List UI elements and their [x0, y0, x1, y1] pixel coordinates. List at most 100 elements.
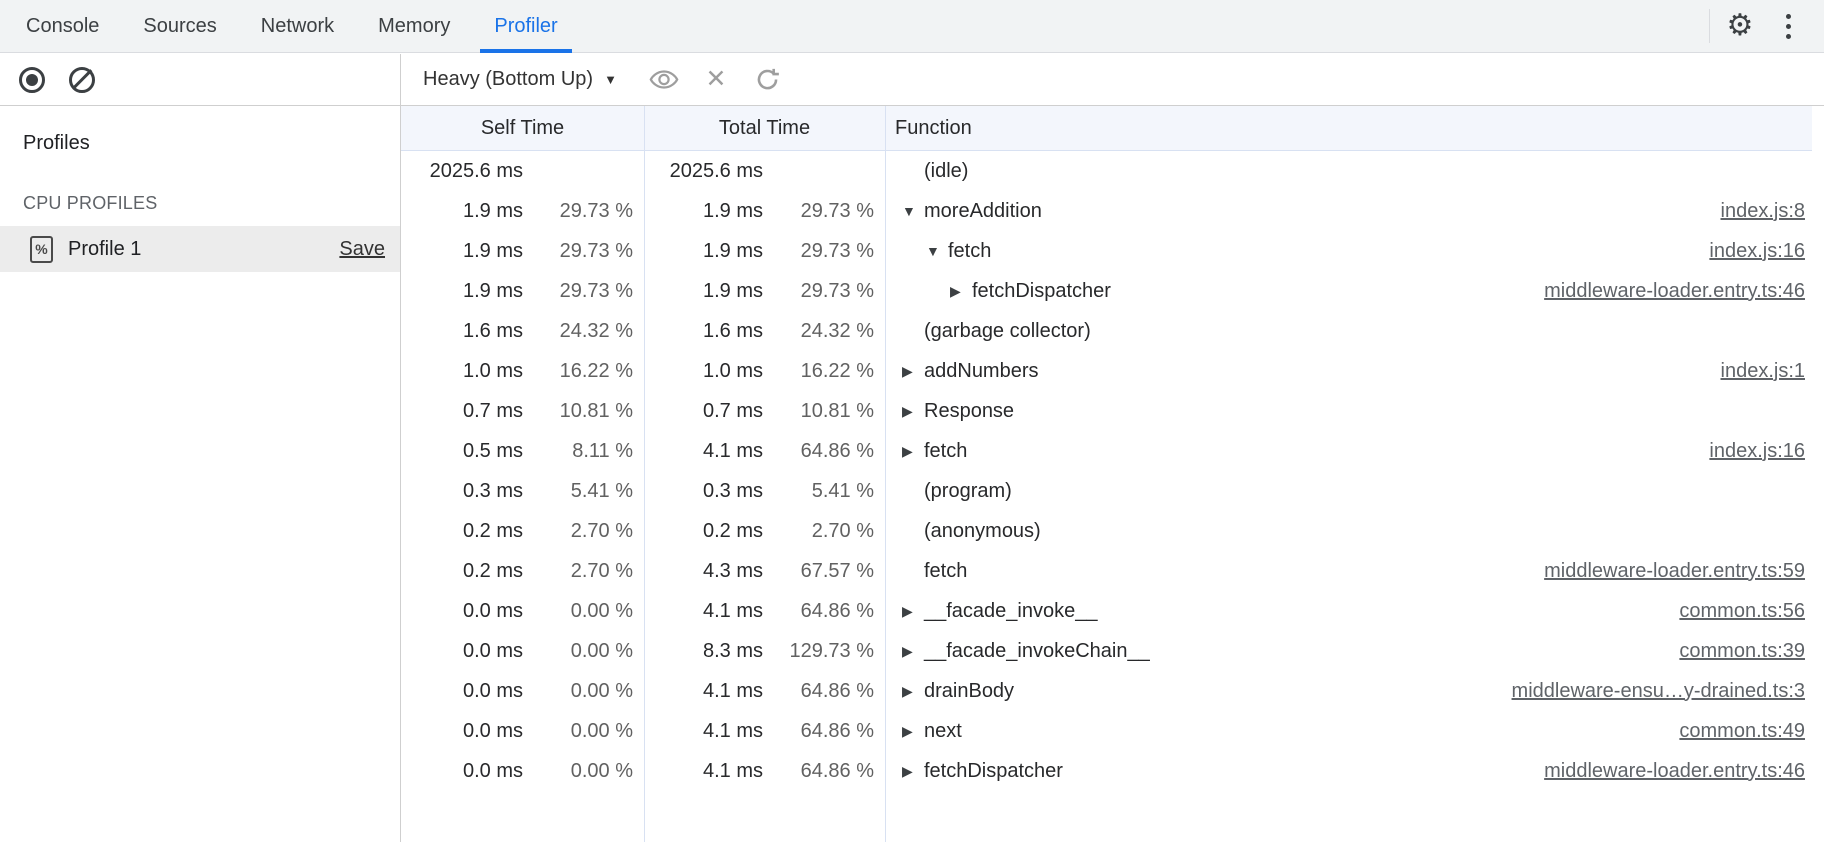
source-location-link[interactable]: common.ts:49: [1659, 720, 1812, 743]
expand-arrow-icon[interactable]: ▶: [902, 603, 924, 620]
tab-profiler[interactable]: Profiler: [472, 0, 579, 52]
column-divider[interactable]: [885, 106, 886, 842]
focus-function-button[interactable]: [649, 65, 679, 95]
table-row[interactable]: 0.0 ms0.00 %4.1 ms64.86 %▶nextcommon.ts:…: [401, 711, 1812, 751]
source-location-link[interactable]: middleware-loader.entry.ts:46: [1524, 760, 1812, 783]
source-location-link[interactable]: middleware-loader.entry.ts:59: [1524, 560, 1812, 583]
self-time-pct-cell: 16.22 %: [523, 360, 633, 383]
total-time-ms-cell: 1.9 ms: [644, 240, 763, 263]
column-header-total-time[interactable]: Total Time: [644, 117, 885, 140]
expand-arrow-icon[interactable]: ▶: [902, 363, 924, 380]
expand-arrow-icon[interactable]: ▶: [902, 443, 924, 460]
function-name: (idle): [924, 160, 968, 183]
total-time-pct-cell: 16.22 %: [763, 360, 874, 383]
table-row[interactable]: 0.0 ms0.00 %4.1 ms64.86 %▶__facade_invok…: [401, 591, 1812, 631]
function-name: fetchDispatcher: [972, 280, 1111, 303]
table-row[interactable]: 0.7 ms10.81 %0.7 ms10.81 %▶Response: [401, 391, 1812, 431]
profile-document-icon: %: [30, 236, 53, 263]
exclude-function-button[interactable]: ✕: [701, 65, 731, 95]
profile-list-item[interactable]: % Profile 1 Save: [0, 226, 400, 272]
table-row[interactable]: 1.9 ms29.73 %1.9 ms29.73 %▼moreAdditioni…: [401, 191, 1812, 231]
table-row[interactable]: 0.0 ms0.00 %4.1 ms64.86 %▶drainBodymiddl…: [401, 671, 1812, 711]
function-cell: ▶addNumbersindex.js:1: [885, 360, 1812, 383]
table-row[interactable]: 2025.6 ms2025.6 ms(idle): [401, 151, 1812, 191]
refresh-icon: [754, 66, 781, 93]
expand-arrow-icon[interactable]: ▶: [902, 643, 924, 660]
grid-header: Self Time Total Time Function: [401, 106, 1812, 151]
table-row[interactable]: 0.5 ms8.11 %4.1 ms64.86 %▶fetchindex.js:…: [401, 431, 1812, 471]
source-location-link[interactable]: middleware-loader.entry.ts:46: [1524, 280, 1812, 303]
table-row[interactable]: 1.9 ms29.73 %1.9 ms29.73 %▶fetchDispatch…: [401, 271, 1812, 311]
total-time-ms-cell: 4.3 ms: [644, 560, 763, 583]
total-time-pct-cell: 64.86 %: [763, 760, 874, 783]
restore-functions-button[interactable]: [753, 65, 783, 95]
total-time-ms-cell: 0.3 ms: [644, 480, 763, 503]
collapse-arrow-icon[interactable]: ▼: [902, 203, 924, 219]
function-name: Response: [924, 400, 1014, 423]
source-location-link[interactable]: index.js:16: [1689, 440, 1812, 463]
self-time-pct-cell: 10.81 %: [523, 400, 633, 423]
settings-button[interactable]: ⚙: [1716, 4, 1764, 48]
expand-arrow-icon[interactable]: ▶: [950, 283, 972, 300]
total-time-ms-cell: 1.9 ms: [644, 200, 763, 223]
clear-profiles-button[interactable]: [69, 67, 95, 93]
total-time-pct-cell: 64.86 %: [763, 720, 874, 743]
total-time-pct-cell: 5.41 %: [763, 480, 874, 503]
source-location-link[interactable]: common.ts:39: [1659, 640, 1812, 663]
function-cell: ▶drainBodymiddleware-ensu…y-drained.ts:3: [885, 680, 1812, 703]
function-cell: ▶Response: [885, 400, 1812, 423]
function-cell: ▶fetchDispatchermiddleware-loader.entry.…: [885, 760, 1812, 783]
source-location-link[interactable]: index.js:1: [1701, 360, 1813, 383]
expand-arrow-icon[interactable]: ▶: [902, 403, 924, 420]
expand-arrow-icon[interactable]: ▶: [902, 723, 924, 740]
self-time-pct-cell: 2.70 %: [523, 560, 633, 583]
tabbar-actions: ⚙: [1709, 0, 1824, 52]
function-name: fetch: [948, 240, 991, 263]
record-button[interactable]: [19, 67, 45, 93]
column-header-function[interactable]: Function: [885, 117, 1812, 140]
source-location-link[interactable]: common.ts:56: [1659, 600, 1812, 623]
function-cell: fetchmiddleware-loader.entry.ts:59: [885, 560, 1812, 583]
profiler-toolbar-left: [0, 54, 401, 105]
tab-network[interactable]: Network: [239, 0, 356, 52]
tree-indent: [902, 251, 926, 252]
view-mode-dropdown[interactable]: Heavy (Bottom Up) ▼: [413, 68, 627, 91]
total-time-pct-cell: 64.86 %: [763, 440, 874, 463]
table-row[interactable]: 0.0 ms0.00 %4.1 ms64.86 %▶fetchDispatche…: [401, 751, 1812, 791]
tab-memory[interactable]: Memory: [356, 0, 472, 52]
self-time-ms-cell: 0.0 ms: [401, 640, 523, 663]
total-time-ms-cell: 4.1 ms: [644, 680, 763, 703]
table-row[interactable]: 1.9 ms29.73 %1.9 ms29.73 %▼fetchindex.js…: [401, 231, 1812, 271]
source-location-link[interactable]: index.js:8: [1701, 200, 1813, 223]
table-row[interactable]: 1.0 ms16.22 %1.0 ms16.22 %▶addNumbersind…: [401, 351, 1812, 391]
more-options-button[interactable]: [1764, 4, 1812, 48]
kebab-menu-icon: [1786, 14, 1791, 39]
expand-arrow-icon[interactable]: ▶: [902, 683, 924, 700]
tab-sources[interactable]: Sources: [121, 0, 238, 52]
function-cell: ▶fetchindex.js:16: [885, 440, 1812, 463]
total-time-ms-cell: 0.2 ms: [644, 520, 763, 543]
table-row[interactable]: 0.2 ms2.70 %4.3 ms67.57 %fetchmiddleware…: [401, 551, 1812, 591]
self-time-ms-cell: 0.3 ms: [401, 480, 523, 503]
collapse-arrow-icon[interactable]: ▼: [926, 243, 948, 259]
column-divider[interactable]: [644, 106, 645, 842]
self-time-ms-cell: 0.0 ms: [401, 600, 523, 623]
panel-tabs: Console Sources Network Memory Profiler: [0, 0, 580, 52]
self-time-ms-cell: 1.9 ms: [401, 200, 523, 223]
save-profile-link[interactable]: Save: [339, 238, 385, 261]
table-row[interactable]: 0.2 ms2.70 %0.2 ms2.70 %(anonymous): [401, 511, 1812, 551]
function-name: __facade_invokeChain__: [924, 640, 1150, 663]
eye-icon: [649, 69, 679, 90]
source-location-link[interactable]: index.js:16: [1689, 240, 1812, 263]
table-row[interactable]: 0.0 ms0.00 %8.3 ms129.73 %▶__facade_invo…: [401, 631, 1812, 671]
total-time-ms-cell: 4.1 ms: [644, 760, 763, 783]
expand-arrow-icon[interactable]: ▶: [902, 763, 924, 780]
table-row[interactable]: 0.3 ms5.41 %0.3 ms5.41 %(program): [401, 471, 1812, 511]
table-row[interactable]: 1.6 ms24.32 %1.6 ms24.32 %(garbage colle…: [401, 311, 1812, 351]
self-time-ms-cell: 0.0 ms: [401, 680, 523, 703]
source-location-link[interactable]: middleware-ensu…y-drained.ts:3: [1492, 680, 1812, 703]
total-time-ms-cell: 2025.6 ms: [644, 160, 763, 183]
tree-indent: [902, 291, 950, 292]
tab-console[interactable]: Console: [4, 0, 121, 52]
column-header-self-time[interactable]: Self Time: [401, 117, 644, 140]
